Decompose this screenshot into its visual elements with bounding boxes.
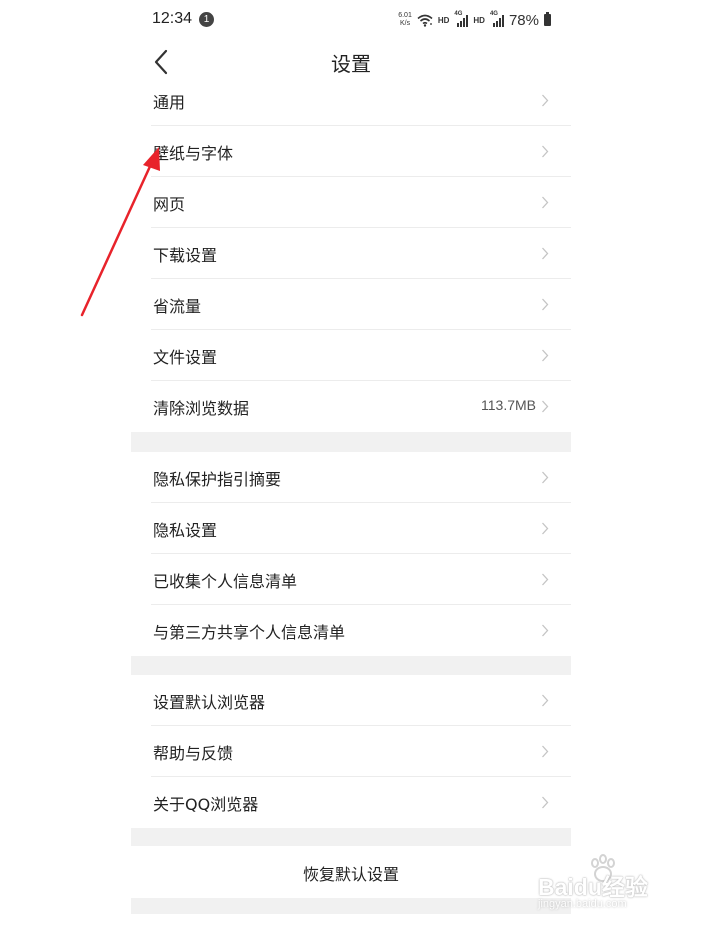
settings-item-label: 隐私设置 xyxy=(153,521,218,540)
settings-item-label: 网页 xyxy=(153,195,186,214)
signal-icon-1: 4G xyxy=(454,11,469,27)
settings-item-webpage[interactable]: 网页 xyxy=(131,177,571,228)
hd-badge-1: HD xyxy=(437,15,450,25)
chevron-right-icon xyxy=(542,522,549,535)
settings-group-privacy: 隐私保护指引摘要 隐私设置 已收集个人信息清单 与第三方共享个人信息清单 xyxy=(131,452,571,656)
settings-item-label: 帮助与反馈 xyxy=(153,744,234,763)
status-bar: 12:34 1 6.01 K/s HD 4G HD 4G 78% xyxy=(131,0,571,40)
settings-item-label: 隐私保护指引摘要 xyxy=(153,470,282,489)
settings-item-label: 设置默认浏览器 xyxy=(153,693,266,712)
chevron-right-icon xyxy=(542,349,549,362)
chevron-right-icon xyxy=(542,745,549,758)
restore-defaults-button[interactable]: 恢复默认设置 xyxy=(131,846,571,898)
wifi-icon xyxy=(417,14,433,27)
status-time: 12:34 xyxy=(152,10,193,27)
settings-item-label: 已收集个人信息清单 xyxy=(153,572,298,591)
restore-defaults-label: 恢复默认设置 xyxy=(302,865,399,884)
settings-item-label: 省流量 xyxy=(153,297,202,316)
settings-item-shared-info[interactable]: 与第三方共享个人信息清单 xyxy=(131,605,571,656)
watermark: Baidu经验 jingyan.baidu.com xyxy=(536,852,676,914)
cache-size-value: 113.7MB xyxy=(481,397,536,413)
chevron-right-icon xyxy=(542,400,549,413)
chevron-right-icon xyxy=(542,573,549,586)
settings-item-collected-info[interactable]: 已收集个人信息清单 xyxy=(131,554,571,605)
chevron-right-icon xyxy=(542,298,549,311)
settings-item-privacy-summary[interactable]: 隐私保护指引摘要 xyxy=(131,452,571,503)
settings-item-download[interactable]: 下载设置 xyxy=(131,228,571,279)
phone-screen: 12:34 1 6.01 K/s HD 4G HD 4G 78% 设置 通用 壁… xyxy=(131,0,571,930)
chevron-right-icon xyxy=(542,796,549,809)
settings-group-about: 设置默认浏览器 帮助与反馈 关于QQ浏览器 xyxy=(131,675,571,828)
settings-item-label: 壁纸与字体 xyxy=(153,144,234,163)
chevron-right-icon xyxy=(542,196,549,209)
status-indicators: 6.01 K/s HD 4G HD 4G 78% xyxy=(398,10,551,30)
settings-item-about[interactable]: 关于QQ浏览器 xyxy=(131,777,571,828)
settings-item-label: 与第三方共享个人信息清单 xyxy=(153,623,346,642)
net-speed-unit: K/s xyxy=(399,20,411,27)
settings-item-wallpaper-font[interactable]: 壁纸与字体 xyxy=(131,126,571,177)
settings-item-label: 下载设置 xyxy=(153,246,218,265)
settings-group-general: 通用 壁纸与字体 网页 下载设置 省流量 文件设置 清除浏览数据 113.7MB xyxy=(131,75,571,432)
settings-item-data-saver[interactable]: 省流量 xyxy=(131,279,571,330)
battery-icon xyxy=(544,12,551,26)
settings-item-general[interactable]: 通用 xyxy=(131,75,571,126)
chevron-right-icon xyxy=(542,624,549,637)
settings-item-default-browser[interactable]: 设置默认浏览器 xyxy=(131,675,571,726)
settings-item-help-feedback[interactable]: 帮助与反馈 xyxy=(131,726,571,777)
chevron-right-icon xyxy=(542,471,549,484)
screenshot-page: 12:34 1 6.01 K/s HD 4G HD 4G 78% 设置 通用 壁… xyxy=(0,0,702,930)
settings-item-label: 关于QQ浏览器 xyxy=(153,795,259,814)
chevron-right-icon xyxy=(542,145,549,158)
settings-item-privacy-settings[interactable]: 隐私设置 xyxy=(131,503,571,554)
signal-icon-2: 4G xyxy=(490,11,504,27)
net-speed-value: 6.01 xyxy=(398,12,412,19)
watermark-text: Baidu经验 xyxy=(538,874,648,900)
hd-badge-2: HD xyxy=(473,15,485,25)
page-title: 设置 xyxy=(331,52,371,76)
settings-item-label: 清除浏览数据 xyxy=(153,399,250,418)
net-speed: 6.01 K/s xyxy=(398,12,412,28)
chevron-right-icon xyxy=(542,694,549,707)
chevron-right-icon xyxy=(542,247,549,260)
settings-item-label: 通用 xyxy=(153,93,186,112)
notification-badge: 1 xyxy=(199,12,214,27)
battery-percent: 78% xyxy=(508,11,539,29)
settings-item-label: 文件设置 xyxy=(153,348,218,367)
settings-group-partial xyxy=(131,914,571,930)
chevron-right-icon xyxy=(542,94,549,107)
settings-item-file[interactable]: 文件设置 xyxy=(131,330,571,381)
watermark-url: jingyan.baidu.com xyxy=(538,898,627,910)
settings-item-clear-data[interactable]: 清除浏览数据 113.7MB xyxy=(131,381,571,432)
